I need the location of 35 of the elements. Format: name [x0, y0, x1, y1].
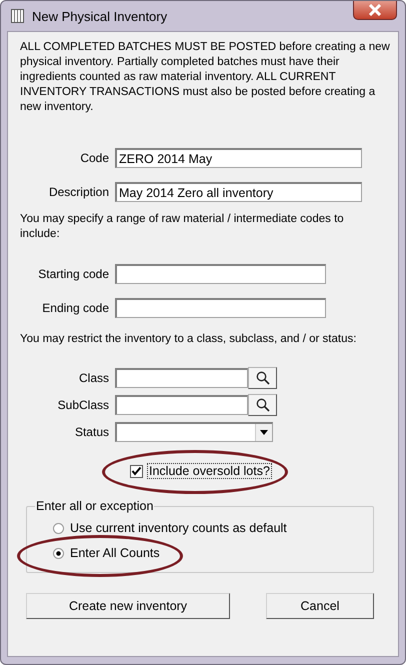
create-button[interactable]: Create new inventory — [26, 593, 230, 619]
radio-label[interactable]: Enter All Counts — [70, 546, 160, 560]
field-label: Class — [78, 370, 109, 384]
field-label: SubClass — [56, 398, 109, 412]
radio-button[interactable] — [53, 522, 64, 534]
close-button[interactable] — [353, 1, 397, 20]
search-button[interactable] — [248, 366, 277, 388]
field-label: Status — [74, 424, 109, 438]
instruction-text: You may restrict the inventory to a class, subclass, and / or status: — [20, 332, 358, 347]
input-field[interactable] — [115, 394, 248, 414]
field-label: Ending code — [41, 301, 109, 315]
search-icon — [256, 370, 270, 384]
input-field[interactable]: ZERO 2014 May — [115, 148, 362, 168]
input-field[interactable] — [115, 298, 326, 318]
dropdown-field[interactable] — [115, 422, 273, 442]
input-field[interactable] — [115, 368, 248, 388]
field-label: Description — [48, 185, 109, 199]
app-icon — [11, 9, 24, 23]
search-button[interactable] — [248, 394, 277, 416]
group-title: Enter all or exception — [35, 499, 154, 513]
input-field[interactable] — [115, 264, 326, 284]
window-title: New Physical Inventory — [32, 8, 168, 24]
close-icon — [368, 4, 382, 16]
checkbox-label[interactable]: Include oversold lots? — [147, 463, 272, 479]
field-label: Starting code — [37, 267, 109, 281]
cancel-button[interactable]: Cancel — [266, 593, 374, 619]
radio-label[interactable]: Use current inventory counts as default — [70, 521, 287, 535]
radio-button[interactable] — [53, 548, 64, 558]
checkbox[interactable] — [130, 464, 143, 478]
caret-icon — [260, 430, 268, 434]
search-icon — [256, 398, 270, 412]
field-label: Code — [79, 151, 109, 165]
instruction-text: You may specify a range of raw material / intermediate codes to include: — [20, 212, 345, 242]
input-field[interactable]: May 2014 Zero all inventory — [115, 182, 362, 202]
instruction-text: ALL COMPLETED BATCHES MUST BE POSTED before creating a new physical inventory. Partially completed batches must have their ingredients counted as raw material inventory. ALL CURRENT INVENTORY TRANSACTIONS must also be posted before creating a new inventory. — [20, 40, 390, 115]
